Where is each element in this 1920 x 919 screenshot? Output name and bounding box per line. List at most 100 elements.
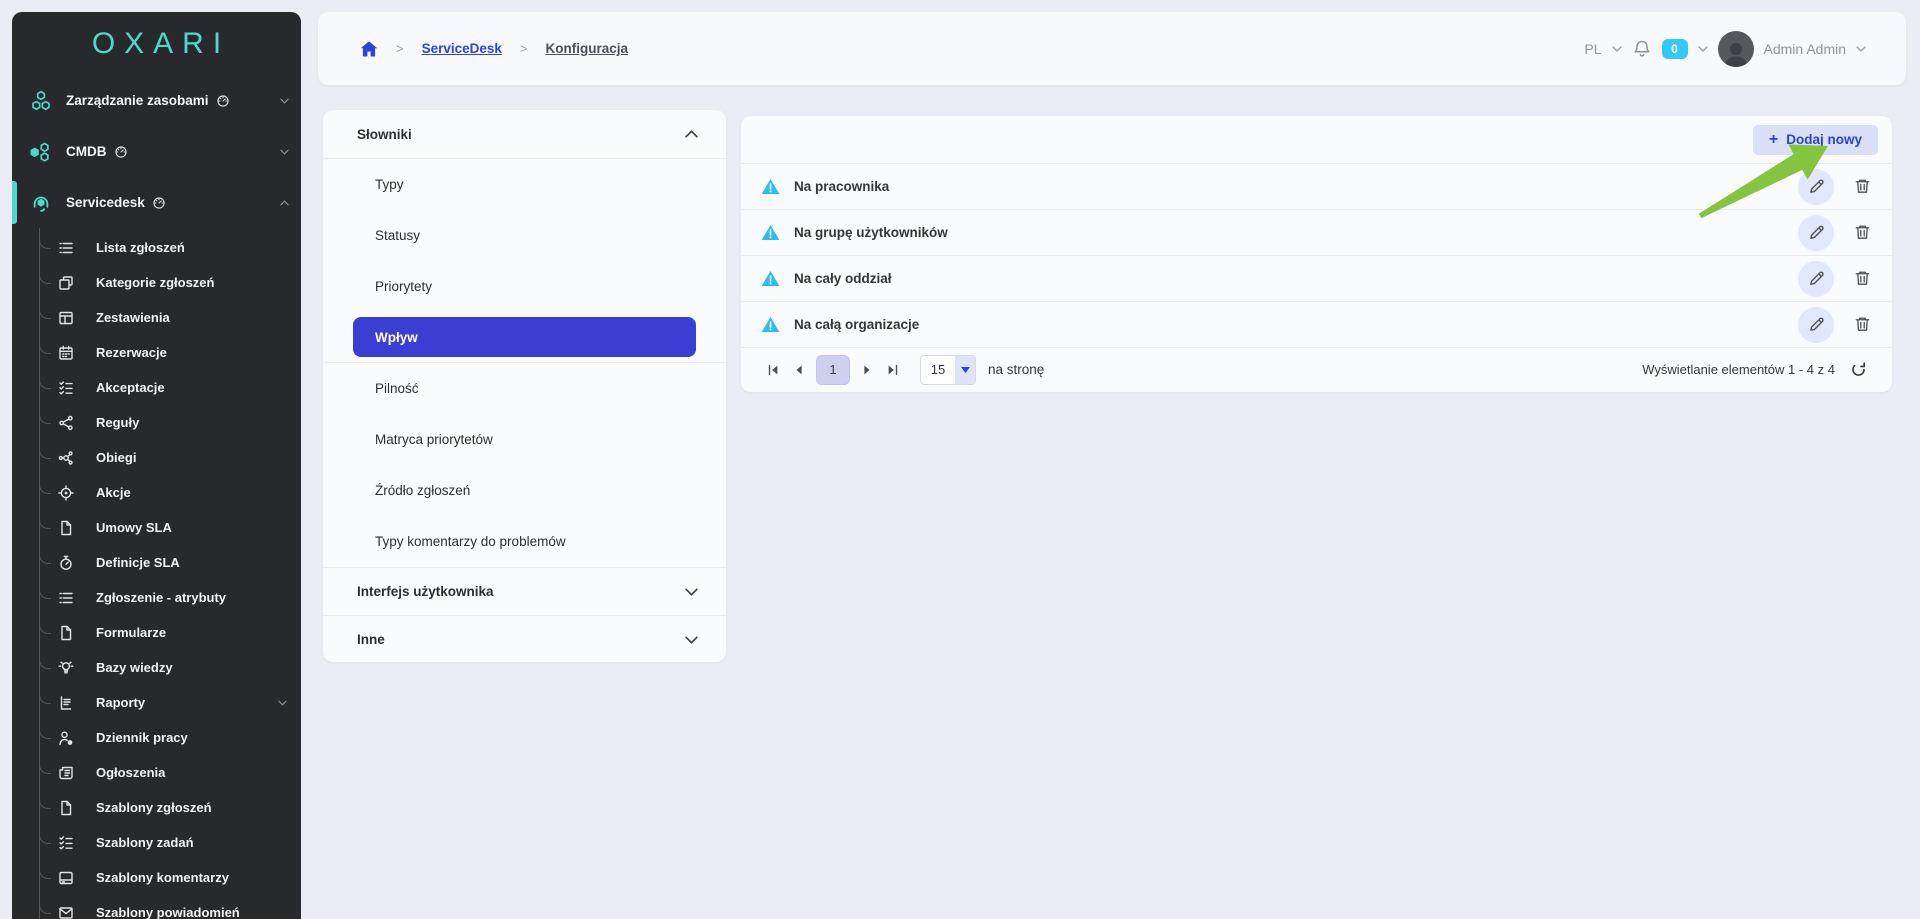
sidebar-item-label: Zgłoszenie - atrybuty [96,590,226,605]
chevron-up-icon [685,130,698,138]
sidebar-item-kategorie-zgloszen[interactable]: Kategorie zgłoszeń [12,265,301,300]
sidebar: OXARI Zarządzanie zasobami CMDB [12,12,301,919]
sidebar-section-zarzadzanie-zasobami[interactable]: Zarządzanie zasobami [12,75,301,126]
last-page-icon [886,363,900,377]
config-item-wplyw[interactable]: Wpływ [353,317,696,357]
warning-icon [761,224,780,241]
sidebar-item-rezerwacje[interactable]: Rezerwacje [12,335,301,370]
breadcrumb-link-servicedesk[interactable]: ServiceDesk [422,41,502,56]
sidebar-item-szablony-zadan[interactable]: Szablony zadań [12,825,301,860]
delete-button[interactable] [1844,169,1880,205]
sidebar-item-label: Szablony zgłoszeń [96,800,212,815]
refresh-button[interactable] [1843,355,1873,385]
page-size-value: 15 [921,356,955,384]
delete-button[interactable] [1844,307,1880,343]
sidebar-item-label: Ogłoszenia [96,765,165,780]
stopwatch-icon [58,555,74,571]
sidebar-item-dziennik-pracy[interactable]: Dziennik pracy [12,720,301,755]
chevron-down-icon[interactable] [1856,46,1866,52]
select-caret [955,356,975,384]
delete-trash-icon [1853,315,1872,334]
sidebar-item-szablony-zgloszen[interactable]: Szablony zgłoszeń [12,790,301,825]
edit-button[interactable] [1798,261,1834,297]
sidebar-section-cmdb[interactable]: CMDB [12,126,301,177]
user-name[interactable]: Admin Admin [1764,41,1846,57]
avatar[interactable] [1718,31,1754,67]
sidebar-item-szablony-komentarzy[interactable]: Szablony komentarzy [12,860,301,895]
sidebar-item-zgloszenie-atrybuty[interactable]: Zgłoszenie - atrybuty [12,580,301,615]
home-icon[interactable] [360,41,378,57]
sidebar-item-label: Raporty [96,695,145,710]
page-size-select[interactable]: 15 [920,355,976,385]
first-page-icon [766,363,780,377]
previous-page-button[interactable] [786,357,812,383]
edit-pencil-icon [1807,269,1826,288]
config-group-label: Interfejs użytkownika [357,584,494,599]
list-icon [58,240,74,256]
config-group-inne[interactable]: Inne [323,615,726,662]
sidebar-item-formularze[interactable]: Formularze [12,615,301,650]
network-icon [58,450,74,466]
sidebar-item-akceptacje[interactable]: Akceptacje [12,370,301,405]
list-icon [58,590,74,606]
config-item-priorytety[interactable]: Priorytety [323,261,726,312]
config-group-slowniki[interactable]: Słowniki [323,110,726,158]
sidebar-item-szablony-powiadomien[interactable]: Szablony powiadomień [12,895,301,919]
sidebar-section-label: CMDB [66,144,107,159]
cmdb-hexagons-icon [30,141,52,163]
calendar-icon [58,345,74,361]
edit-button[interactable] [1798,169,1834,205]
chevron-down-icon[interactable] [1612,46,1622,52]
plus-icon: + [1769,132,1778,148]
refresh-icon [1850,361,1867,378]
config-group-interfejs-uzytkownika[interactable]: Interfejs użytkownika [323,567,726,615]
config-group-label: Inne [357,632,385,647]
sidebar-item-label: Rezerwacje [96,345,167,360]
delete-button[interactable] [1844,215,1880,251]
config-item-matryca-priorytetow[interactable]: Matryca priorytetów [323,414,726,465]
sidebar-item-zestawienia[interactable]: Zestawienia [12,300,301,335]
sidebar-item-ogloszenia[interactable]: Ogłoszenia [12,755,301,790]
current-page-button[interactable]: 1 [816,355,850,385]
impact-row-label: Na grupę użytkowników [794,225,948,240]
gauge-icon [152,196,166,210]
list-toolbar: + Dodaj nowy [741,116,1892,164]
warning-icon [761,316,780,333]
impact-row-label: Na pracownika [794,179,889,194]
sidebar-item-obiegi[interactable]: Obiegi [12,440,301,475]
delete-trash-icon [1853,223,1872,242]
config-group-items: TypyStatusyPriorytety Wpływ PilnośćMatryca… [323,159,726,567]
edit-button[interactable] [1798,307,1834,343]
sidebar-item-label: Szablony komentarzy [96,870,229,885]
config-item-pilnosc[interactable]: Pilność [323,363,726,414]
sidebar-item-raporty[interactable]: Raporty [12,685,301,720]
config-item-zrodlo-zgloszen[interactable]: Źródło zgłoszeń [323,465,726,516]
pagination-bar: 1 15 na stronę Wyświetlanie elementów 1 … [741,348,1892,391]
sidebar-item-bazy-wiedzy[interactable]: Bazy wiedzy [12,650,301,685]
edit-button[interactable] [1798,215,1834,251]
edit-pencil-icon [1807,315,1826,334]
sidebar-item-akcje[interactable]: Akcje [12,475,301,510]
first-page-button[interactable] [760,357,786,383]
config-item-statusy[interactable]: Statusy [323,210,726,261]
chevron-down-icon[interactable] [1698,46,1708,52]
person-silhouette-icon [1721,39,1751,67]
breadcrumb-link-konfiguracja[interactable]: Konfiguracja [546,41,629,56]
next-page-button[interactable] [854,357,880,383]
config-item-typy[interactable]: Typy [323,159,726,210]
sidebar-item-reguly[interactable]: Reguły [12,405,301,440]
config-item-typy-komentarzy-do-problemow[interactable]: Typy komentarzy do problemów [323,516,726,567]
sidebar-item-definicje-sla[interactable]: Definicje SLA [12,545,301,580]
sidebar-item-lista-zgloszen[interactable]: Lista zgłoszeń [12,230,301,265]
notification-badge[interactable]: 0 [1662,39,1688,59]
bell-icon[interactable] [1632,39,1652,59]
add-new-button[interactable]: + Dodaj nowy [1753,125,1878,155]
delete-button[interactable] [1844,261,1880,297]
gauge-icon [216,94,230,108]
language-selector[interactable]: PL [1584,41,1601,57]
breadcrumb-separator: > [396,41,404,56]
last-page-button[interactable] [880,357,906,383]
mail-icon [58,905,74,919]
sidebar-section-servicedesk[interactable]: Servicedesk [12,177,301,228]
sidebar-item-umowy-sla[interactable]: Umowy SLA [12,510,301,545]
